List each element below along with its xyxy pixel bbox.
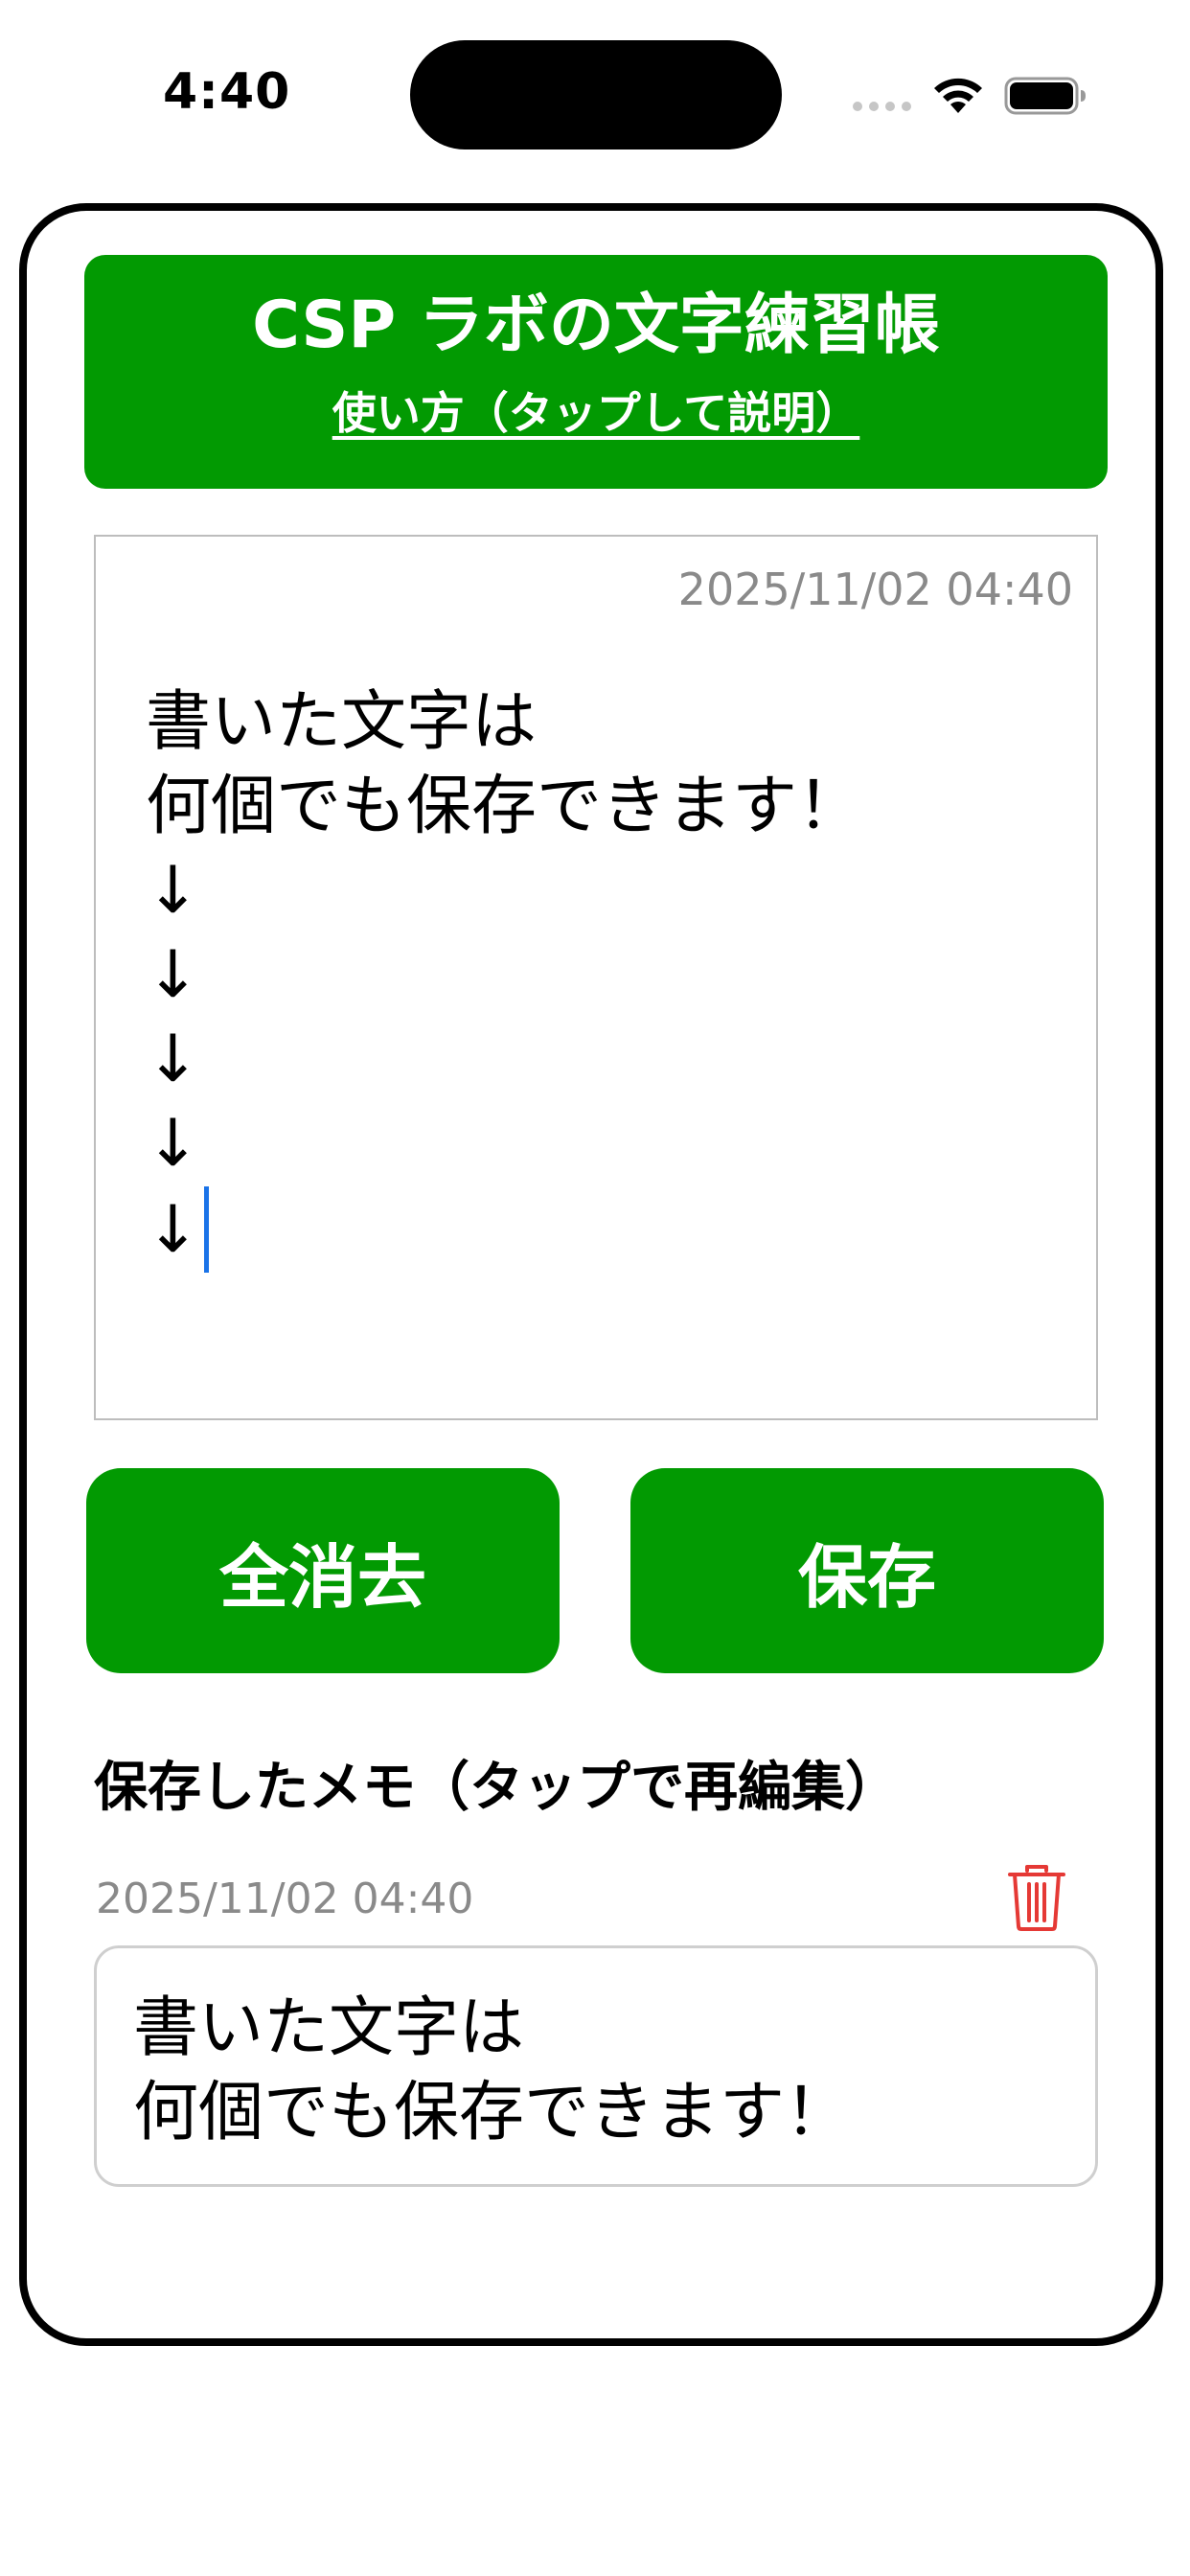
- dynamic-island: [410, 40, 782, 150]
- text-caret: [203, 1186, 209, 1273]
- app-header: CSP ラボの文字練習帳 使い方（タップして説明）: [84, 255, 1108, 489]
- saved-memo-card[interactable]: 書いた文字は 何個でも保存できます！: [94, 1945, 1098, 2187]
- app-screen: 4:40 CSP ラボの文字練習帳 使い方（タップして説明） 2025/11/0…: [0, 0, 1190, 2576]
- wifi-icon: [934, 78, 982, 113]
- memo-editor[interactable]: 2025/11/02 04:40 書いた文字は 何個でも保存できます！ ↓ ↓ …: [94, 535, 1098, 1420]
- editor-timestamp: 2025/11/02 04:40: [677, 564, 1073, 615]
- editor-text[interactable]: 書いた文字は 何個でも保存できます！ ↓ ↓ ↓ ↓ ↓: [146, 684, 862, 1268]
- saved-memo-text: 書いた文字は 何個でも保存できます！: [133, 1990, 851, 2150]
- memo-timestamp: 2025/11/02 04:40: [96, 1874, 474, 1923]
- signal-dots-icon: [853, 102, 911, 111]
- help-link[interactable]: 使い方（タップして説明）: [84, 389, 1108, 438]
- app-title: CSP ラボの文字練習帳: [252, 288, 940, 363]
- trash-icon[interactable]: [1006, 1863, 1067, 1932]
- battery-icon: [1004, 77, 1086, 115]
- saved-memos-title: 保存したメモ（タップで再編集）: [94, 1757, 899, 1819]
- status-time: 4:40: [163, 63, 291, 121]
- save-button[interactable]: 保存: [630, 1468, 1104, 1673]
- clear-all-button[interactable]: 全消去: [86, 1468, 560, 1673]
